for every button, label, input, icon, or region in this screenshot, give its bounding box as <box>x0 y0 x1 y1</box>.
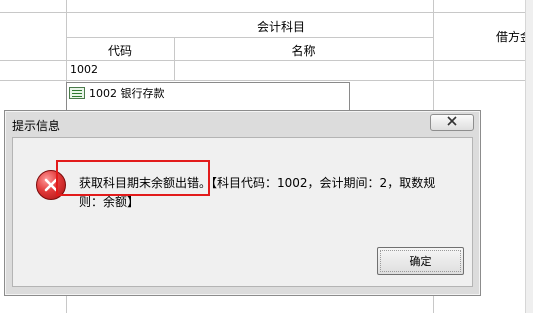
ok-button[interactable]: 确定 <box>377 247 464 275</box>
dialog-title: 提示信息 <box>12 119 61 133</box>
vertical-scrollbar[interactable] <box>525 0 533 313</box>
ok-button-label: 确定 <box>409 255 432 268</box>
ledger-icon <box>69 87 85 99</box>
dialog-message: 获取科目期末余额出错。【科目代码：1002，会计期间：2，取数规则：余额】 <box>79 174 451 212</box>
grid-line <box>0 60 525 61</box>
account-lookup-dropdown[interactable]: 1002 银行存款 <box>66 82 350 112</box>
account-code-cell[interactable]: 1002 <box>70 63 98 76</box>
name-column-header: 名称 <box>291 44 316 58</box>
grid-line <box>66 37 433 38</box>
code-column-header: 代码 <box>107 44 132 58</box>
grid-line <box>0 80 525 81</box>
close-button[interactable] <box>430 114 474 131</box>
close-icon <box>447 116 457 129</box>
grid-line <box>0 12 525 13</box>
error-message-main: 获取科目期末余额出错。 <box>79 176 212 190</box>
lookup-item-label: 1002 银行存款 <box>89 87 165 100</box>
lookup-item[interactable]: 1002 银行存款 <box>69 85 165 101</box>
error-icon <box>36 170 66 200</box>
account-group-header: 会计科目 <box>256 20 305 34</box>
